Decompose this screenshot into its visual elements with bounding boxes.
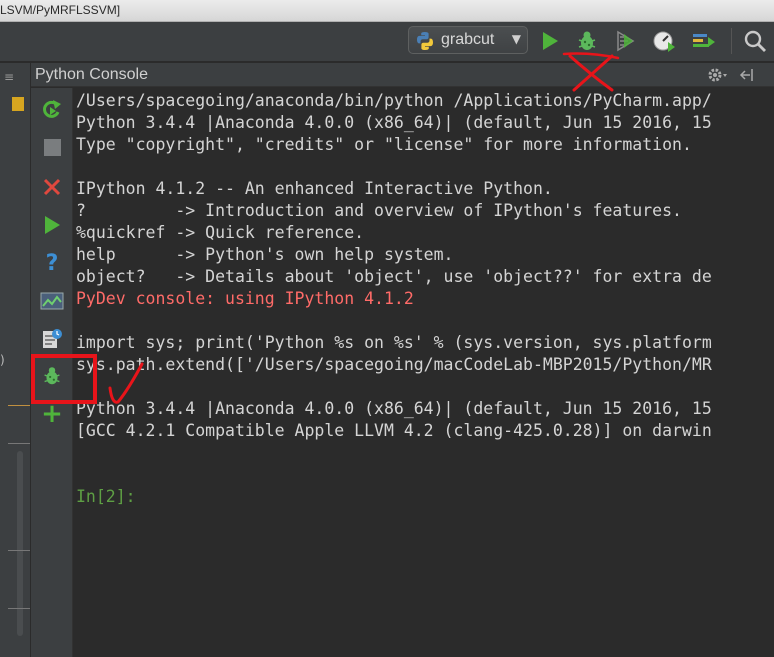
stop-button[interactable] xyxy=(39,134,65,160)
execute-button[interactable] xyxy=(39,212,65,238)
console-line: Python 3.4.4 |Anaconda 4.0.0 (x86_64)| (… xyxy=(76,113,712,132)
console-side-toolbar: ? + xyxy=(31,88,73,657)
coverage-icon[interactable] xyxy=(612,28,638,54)
gutter-mark xyxy=(8,443,30,444)
console-title: Python Console xyxy=(35,66,148,83)
help-button[interactable]: ? xyxy=(39,250,65,276)
editor-gutter-strip: ≡ ) xyxy=(0,63,31,657)
gear-icon[interactable] xyxy=(706,65,728,85)
gutter-mark xyxy=(8,405,30,406)
window-title: LSVM/PyMRFLSSVM] xyxy=(0,3,121,17)
console-line: IPython 4.1.2 -- An enhanced Interactive… xyxy=(76,179,553,198)
history-button[interactable] xyxy=(39,326,65,352)
run-configuration-selector[interactable]: grabcut ▼ xyxy=(408,26,528,54)
rerun-button[interactable] xyxy=(39,97,65,123)
question-icon: ? xyxy=(45,250,59,276)
console-line: [GCC 4.2.1 Compatible Apple LLVM 4.2 (cl… xyxy=(76,421,712,440)
console-line: /Users/spacegoing/anaconda/bin/python /A… xyxy=(76,91,712,110)
console-line: import sys; print('Python %s on %s' % (s… xyxy=(76,333,712,352)
stop-icon xyxy=(43,138,61,156)
history-icon xyxy=(43,329,62,348)
console-output[interactable]: /Users/spacegoing/anaconda/bin/python /A… xyxy=(75,88,774,657)
attach-debugger-button[interactable] xyxy=(39,363,65,389)
main-toolbar: grabcut ▼ xyxy=(0,22,774,62)
hide-panel-icon[interactable] xyxy=(737,65,759,85)
search-icon[interactable] xyxy=(742,28,768,54)
play-icon xyxy=(45,216,60,234)
concurrency-icon[interactable] xyxy=(690,28,716,54)
gutter-mark xyxy=(8,608,30,609)
variables-icon xyxy=(40,292,64,310)
window-title-bar: LSVM/PyMRFLSSVM] xyxy=(0,0,774,22)
console-line: PyDev console: using IPython 4.1.2 xyxy=(76,289,414,308)
console-line: ? -> Introduction and overview of IPytho… xyxy=(76,201,682,220)
python-icon xyxy=(417,32,433,50)
console-line: Python 3.4.4 |Anaconda 4.0.0 (x86_64)| (… xyxy=(76,399,712,418)
console-line: sys.path.extend(['/Users/spacegoing/macC… xyxy=(76,355,712,374)
chevron-down-icon: ▼ xyxy=(511,32,521,46)
fold-marker: ) xyxy=(0,353,5,367)
bug-icon[interactable] xyxy=(574,28,600,54)
structure-icon: ≡ xyxy=(4,70,15,84)
profiler-icon[interactable] xyxy=(651,28,677,54)
console-line: %quickref -> Quick reference. xyxy=(76,223,365,242)
new-console-button[interactable]: + xyxy=(39,401,65,427)
console-line: Type "copyright", "credits" or "license"… xyxy=(76,135,692,154)
console-prompt[interactable]: In[2]: xyxy=(76,486,136,508)
console-header: Python Console xyxy=(31,63,774,87)
run-configuration-label: grabcut xyxy=(441,31,495,48)
rerun-icon xyxy=(43,100,61,118)
play-icon[interactable] xyxy=(537,28,563,54)
close-button[interactable] xyxy=(39,174,65,200)
gutter-mark xyxy=(8,550,30,551)
close-icon xyxy=(43,178,61,196)
console-line: object? -> Details about 'object', use '… xyxy=(76,267,712,286)
toolbar-separator xyxy=(731,28,732,54)
bug-icon xyxy=(44,367,60,385)
warning-marker xyxy=(12,97,24,111)
show-variables-button[interactable] xyxy=(39,288,65,314)
plus-icon: + xyxy=(41,399,63,429)
console-line: help -> Python's own help system. xyxy=(76,245,454,264)
